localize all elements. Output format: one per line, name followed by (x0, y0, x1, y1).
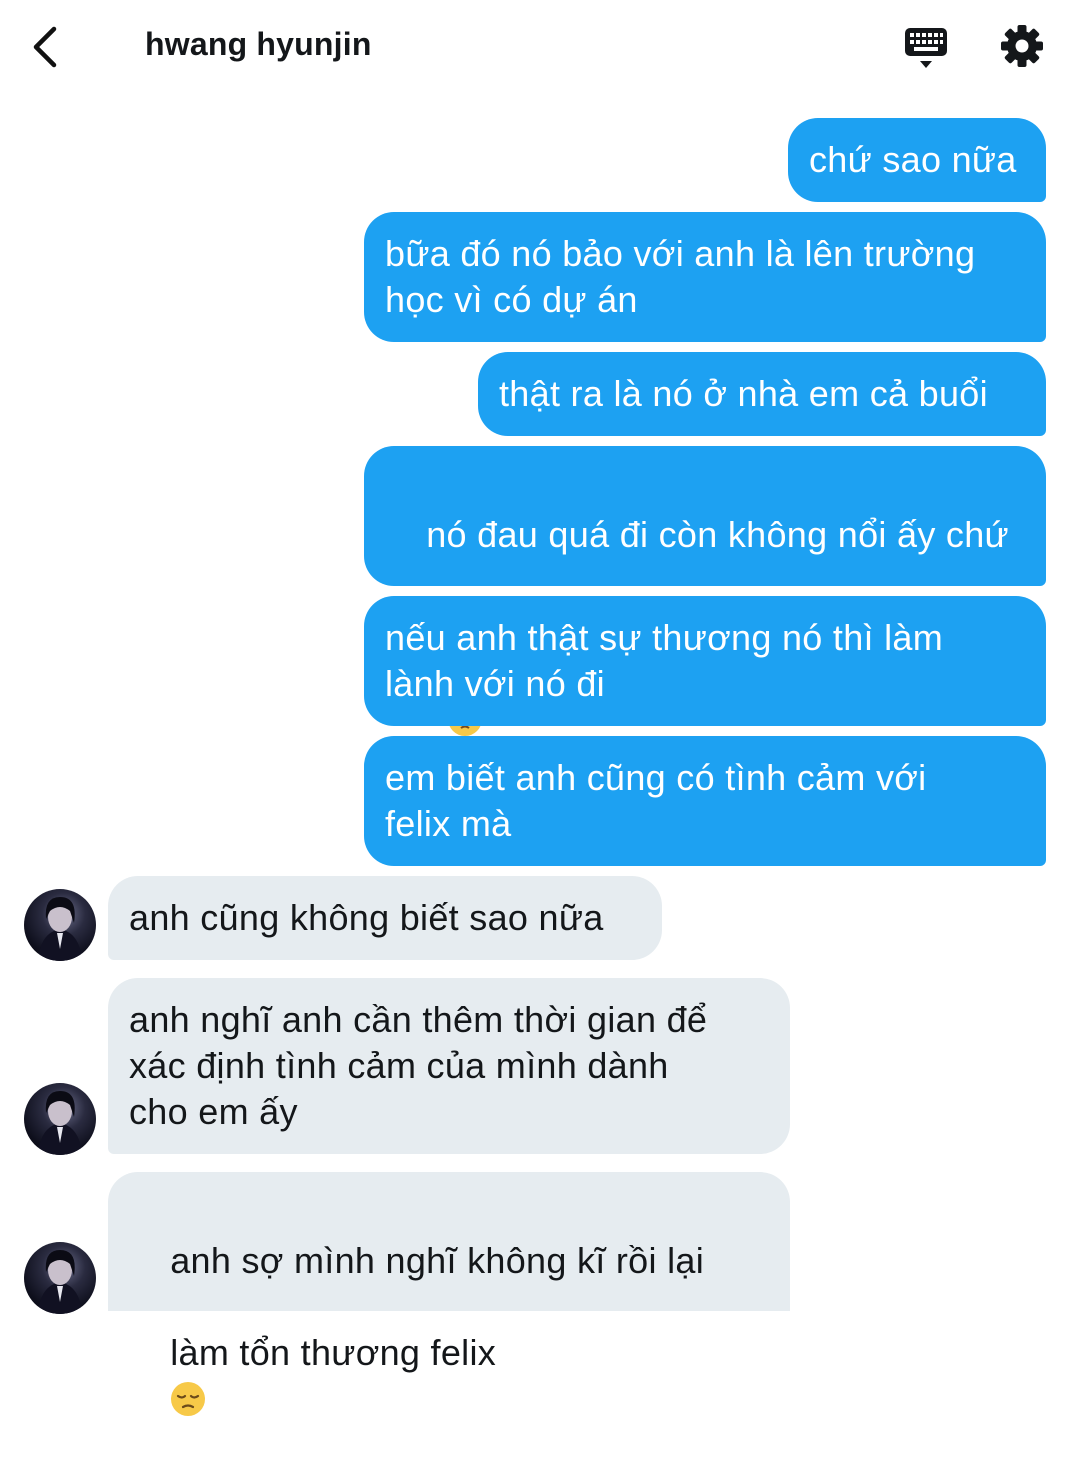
message-text: anh sợ mình nghĩ không kĩ rồi lại (170, 1240, 705, 1281)
message-text: thật ra là nó ở nhà em cả buổi (499, 373, 988, 414)
avatar[interactable] (24, 1242, 96, 1314)
message-text: nếu anh thật sự thương nó thì làm lành v… (385, 617, 944, 704)
sent-message[interactable]: nếu anh thật sự thương nó thì làm lành v… (364, 596, 1046, 726)
avatar-photo (38, 897, 82, 961)
keyboard-button[interactable] (902, 24, 950, 72)
sent-message[interactable]: nó đau quá đi còn không nổi ấy chứ (364, 446, 1046, 736)
pensive-face-icon (171, 1382, 206, 1416)
received-message[interactable]: anh cũng không biết sao nữa (108, 876, 662, 960)
message-text: anh nghĩ anh cần thêm thời gian để xác đ… (129, 999, 708, 1132)
conversation-title[interactable]: hwang hyunjin (145, 26, 372, 63)
chat-header: hwang hyunjin (0, 0, 1070, 95)
gear-icon (1001, 25, 1043, 67)
sent-message[interactable]: em biết anh cũng có tình cảm với felix m… (364, 736, 1046, 866)
received-message[interactable]: anh nghĩ anh cần thêm thời gian để xác đ… (108, 978, 790, 1154)
avatar-photo (38, 1250, 82, 1314)
avatar[interactable] (24, 889, 96, 961)
sent-message[interactable]: thật ra là nó ở nhà em cả buổi (478, 352, 1046, 436)
message-text: nó đau quá đi còn không nổi ấy chứ (426, 514, 1009, 555)
chevron-left-icon (33, 26, 57, 68)
message-text: em biết anh cũng có tình cảm với felix m… (385, 757, 927, 844)
message-text: làm tổn thương felix (170, 1332, 497, 1373)
message-content: anh sợ mình nghĩ không kĩ rồi lại làm tổ… (129, 1192, 769, 1468)
settings-button[interactable] (998, 22, 1046, 70)
avatar-photo (38, 1091, 82, 1155)
sent-message[interactable]: bữa đó nó bảo với anh là lên trường học … (364, 212, 1046, 342)
avatar[interactable] (24, 1083, 96, 1155)
sent-message[interactable]: chứ sao nữa (788, 118, 1046, 202)
back-button[interactable] (26, 24, 66, 70)
message-text: anh cũng không biết sao nữa (129, 897, 604, 938)
message-text: bữa đó nó bảo với anh là lên trường học … (385, 233, 976, 320)
keyboard-icon (905, 28, 947, 68)
message-text: chứ sao nữa (809, 139, 1017, 180)
received-message[interactable]: anh sợ mình nghĩ không kĩ rồi lại làm tổ… (108, 1172, 790, 1416)
